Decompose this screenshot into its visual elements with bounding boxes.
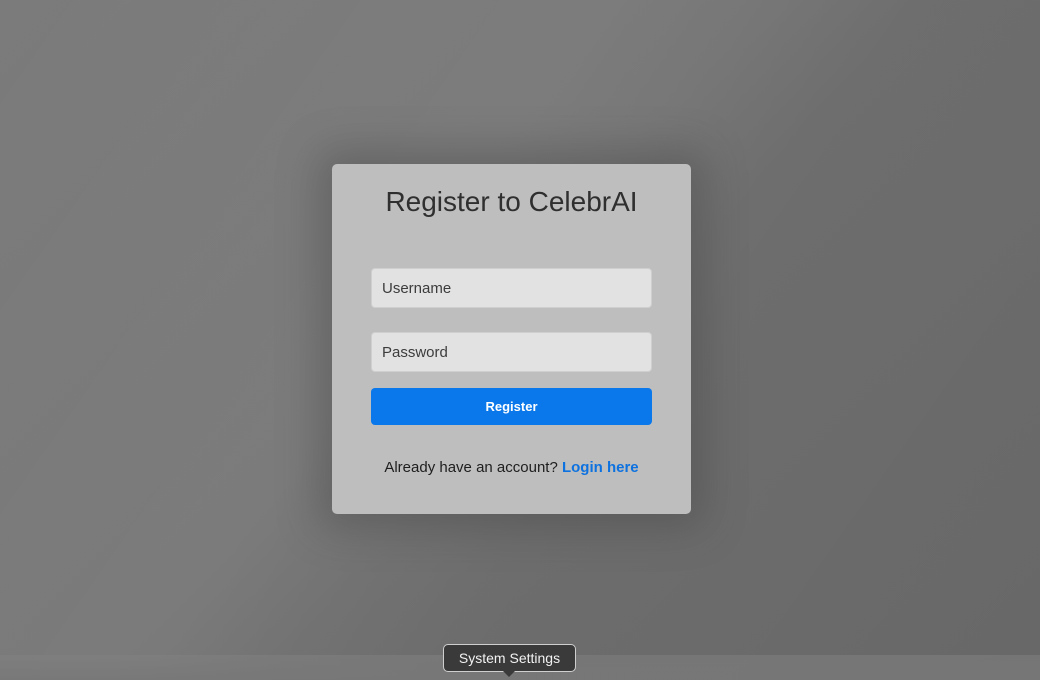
page-title: Register to CelebrAI <box>385 186 638 217</box>
login-link[interactable]: Login here <box>562 459 639 476</box>
system-settings-tooltip: System Settings <box>443 644 576 672</box>
login-prompt: Already have an account? Login here <box>332 459 691 476</box>
login-prompt-text: Already have an account? <box>384 459 562 476</box>
register-card: Register to CelebrAI Register Already ha… <box>332 164 691 514</box>
username-input[interactable] <box>371 268 652 308</box>
register-button[interactable]: Register <box>371 388 652 425</box>
desktop-backdrop: Register to CelebrAI Register Already ha… <box>0 0 1040 680</box>
password-input[interactable] <box>371 332 652 372</box>
tooltip-pointer <box>503 671 515 677</box>
